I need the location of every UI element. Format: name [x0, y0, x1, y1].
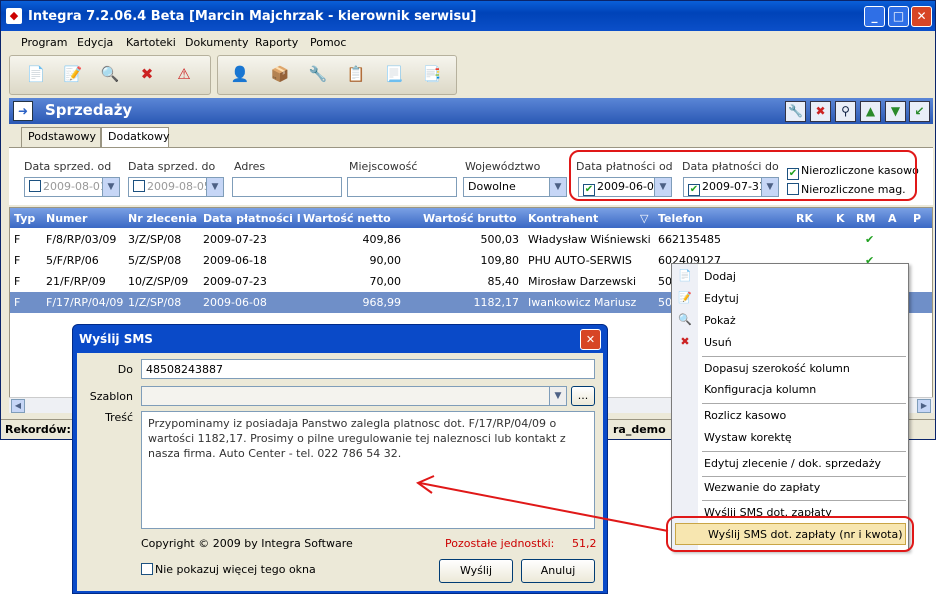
arrow-line [419, 482, 669, 532]
annotation-arrow [415, 475, 669, 532]
